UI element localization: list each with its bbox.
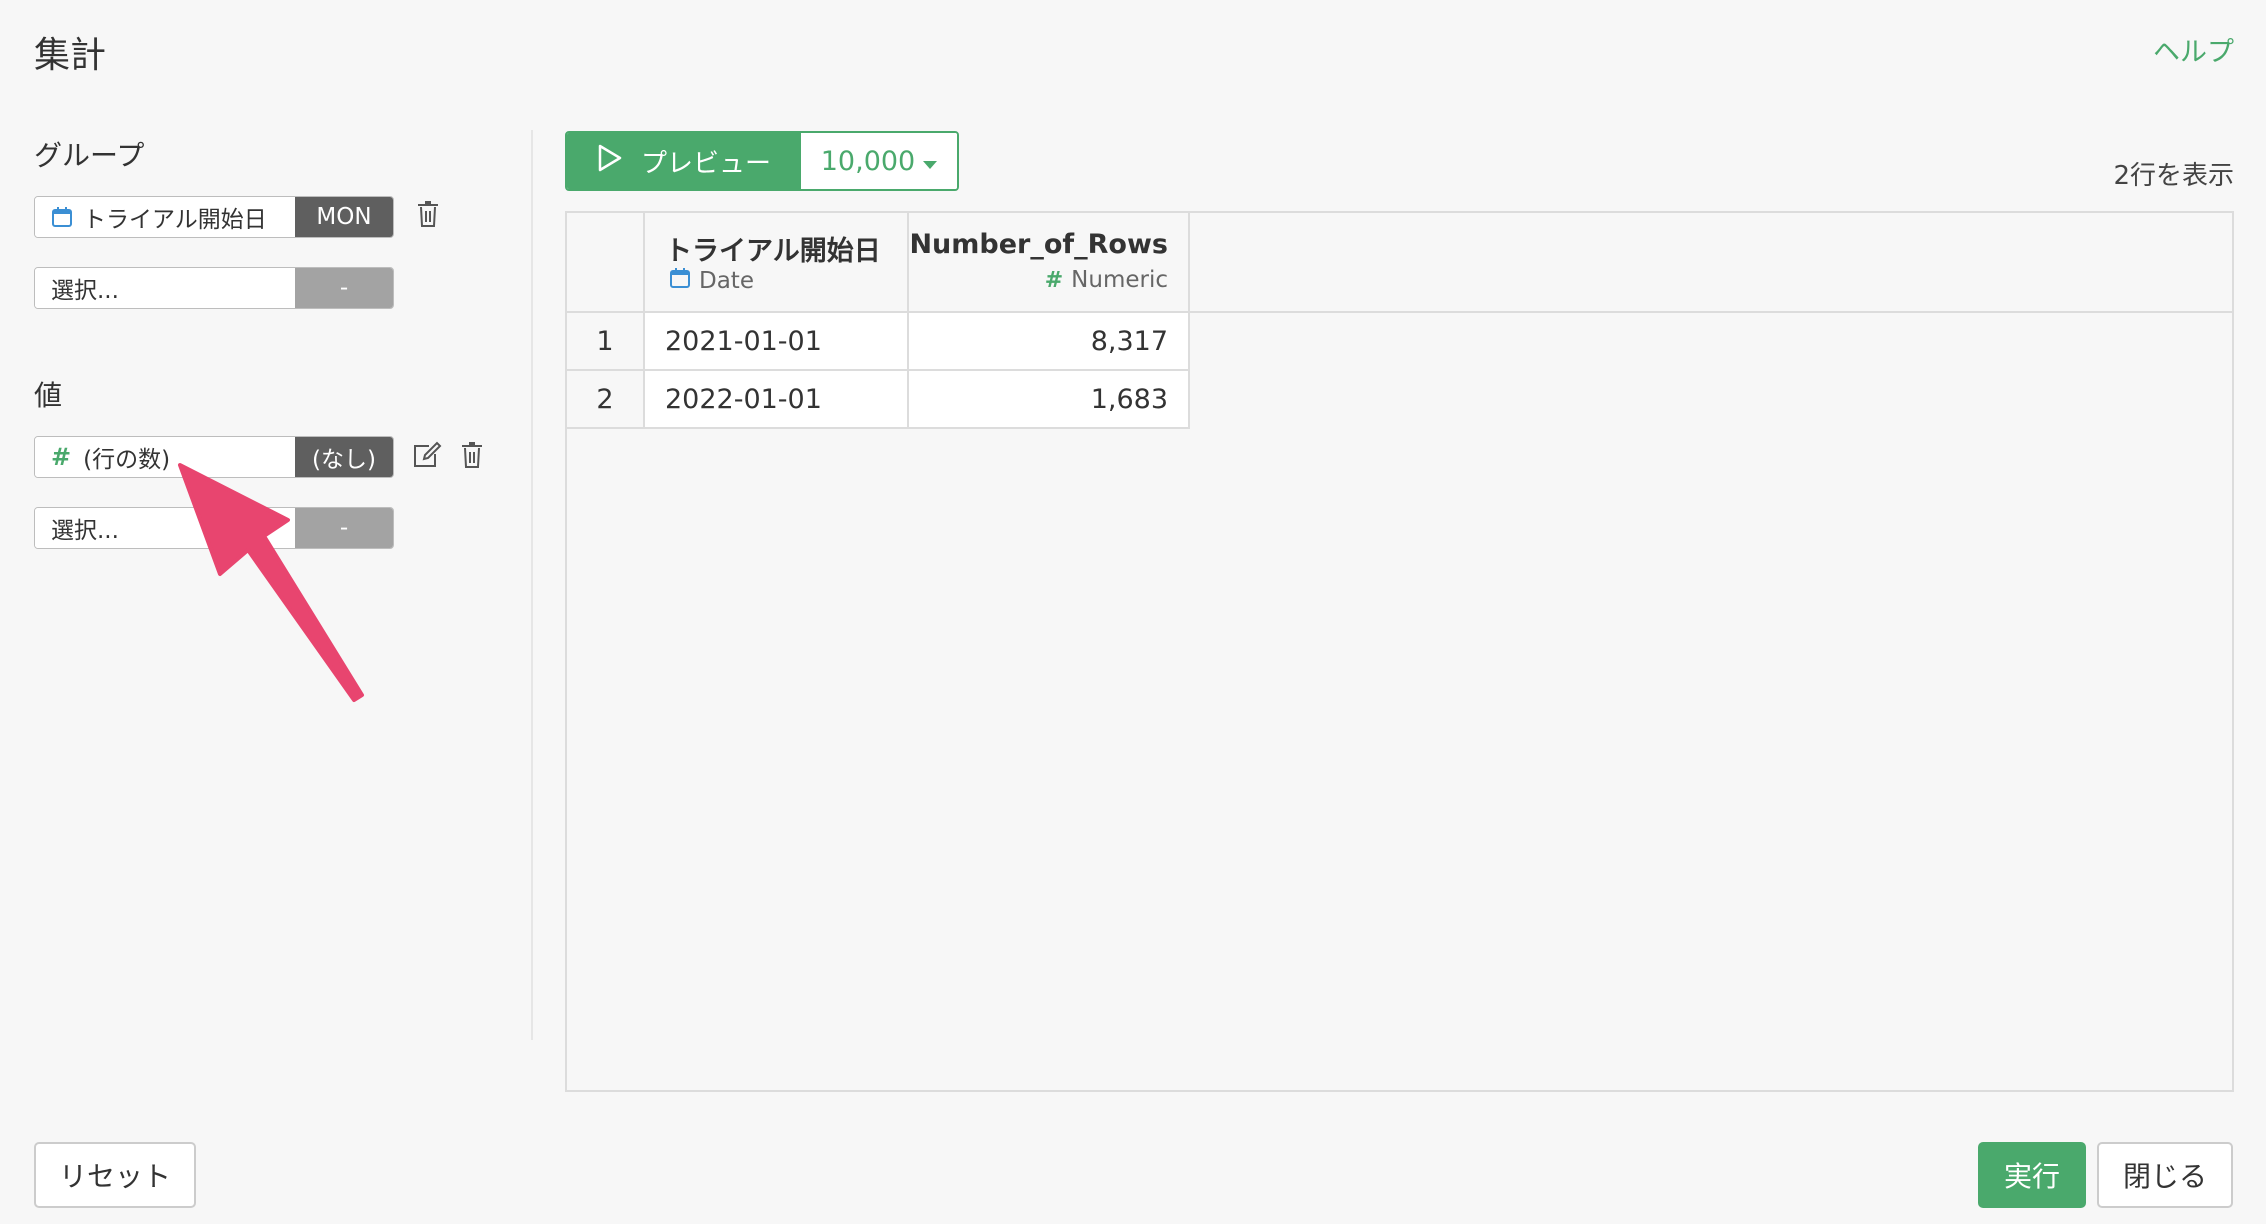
preview-label: プレビュー	[640, 148, 771, 179]
row-index: 2	[567, 371, 645, 427]
table-header-row: トライアル開始日 Date Number_of_Rows # Numeric	[567, 213, 2232, 313]
column-2-type-label: Numeric	[1071, 267, 1168, 293]
dialog-title: 集計	[34, 35, 107, 76]
row-index-header	[567, 213, 645, 313]
group-select-modifier[interactable]: -	[295, 268, 393, 308]
table-row: 1 2021-01-01 8,317	[567, 313, 1190, 371]
group-select-box[interactable]: 選択...	[35, 268, 295, 308]
group-field-select[interactable]: 選択... -	[34, 267, 394, 309]
edit-icon[interactable]	[412, 438, 442, 472]
hash-icon: #	[1044, 267, 1064, 293]
row-count-text: 2行を表示	[2113, 161, 2234, 191]
group-field-1-name: トライアル開始日	[83, 207, 267, 233]
table-row: 2 2022-01-01 1,683	[567, 371, 1190, 429]
group-field-1-modifier[interactable]: MON	[295, 197, 393, 237]
table-cell: 2022-01-01	[645, 371, 909, 427]
table-cell: 2021-01-01	[645, 313, 909, 369]
reset-button[interactable]: リセット	[34, 1142, 196, 1208]
preview-table: トライアル開始日 Date Number_of_Rows # Numeric 1…	[565, 211, 2234, 1092]
row-index: 1	[567, 313, 645, 369]
caret-down-icon	[923, 146, 938, 177]
trash-icon[interactable]	[413, 197, 443, 231]
play-icon	[597, 144, 623, 179]
help-link[interactable]: ヘルプ	[2153, 30, 2234, 69]
hash-icon: #	[51, 443, 72, 471]
group-field-1[interactable]: トライアル開始日 MON	[34, 196, 394, 238]
column-1-name: トライアル開始日	[665, 236, 881, 267]
rows-option-value: 10,000	[820, 145, 916, 177]
preview-rows-dropdown[interactable]: 10,000	[801, 133, 957, 189]
column-1-type: Date	[669, 267, 754, 295]
table-cell: 1,683	[909, 371, 1190, 427]
run-button[interactable]: 実行	[1978, 1142, 2086, 1208]
trash-icon[interactable]	[457, 438, 487, 472]
calendar-icon	[669, 267, 691, 295]
group-section-label: グループ	[34, 139, 145, 172]
column-header-1[interactable]: トライアル開始日 Date	[645, 213, 909, 313]
calendar-icon	[51, 206, 73, 228]
preview-button[interactable]: プレビュー	[567, 133, 801, 189]
panel-divider	[531, 130, 533, 1040]
column-2-name: Number_of_Rows	[909, 229, 1168, 260]
preview-toolbar: プレビュー 10,000	[565, 131, 959, 191]
column-1-type-label: Date	[699, 268, 754, 294]
close-button[interactable]: 閉じる	[2097, 1142, 2233, 1208]
table-cell: 8,317	[909, 313, 1190, 369]
group-field-1-name-box[interactable]: トライアル開始日	[35, 197, 295, 237]
value-section-label: 値	[34, 379, 63, 412]
value-field-1-name: (行の数)	[83, 447, 171, 473]
column-header-2[interactable]: Number_of_Rows # Numeric	[909, 213, 1190, 313]
column-2-type: # Numeric	[1045, 267, 1168, 293]
annotation-arrow-icon	[160, 450, 380, 714]
